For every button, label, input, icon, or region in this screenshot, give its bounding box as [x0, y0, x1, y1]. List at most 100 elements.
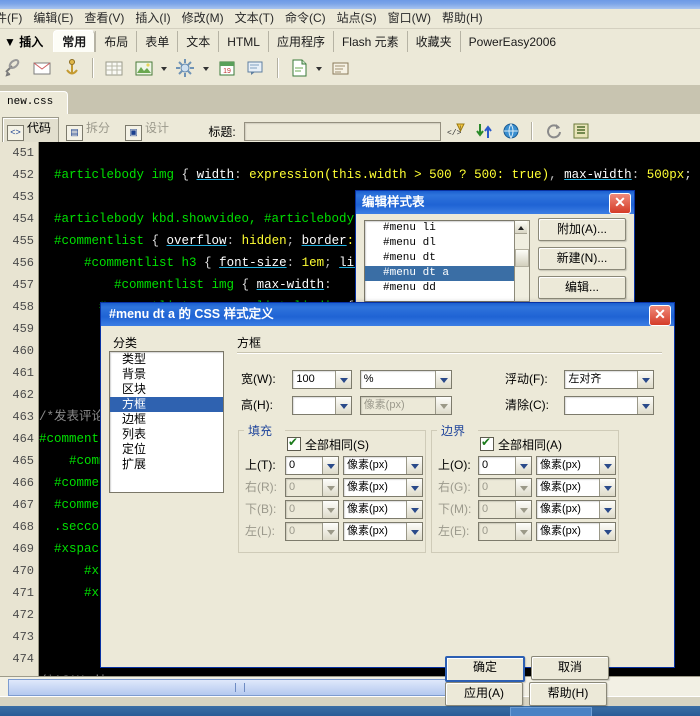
stylesheet-rule-item-2[interactable]: #menu dt [365, 251, 529, 266]
apply-button[interactable]: 应用(A) [445, 682, 523, 706]
no-browser-check-icon[interactable]: </>! [446, 121, 466, 141]
menu-file[interactable]: 件(F) [0, 9, 28, 28]
chevron-down-icon[interactable] [515, 501, 531, 519]
comment-icon[interactable] [244, 56, 268, 80]
media-dropdown-arrow-icon[interactable] [202, 56, 211, 80]
chevron-down-icon[interactable] [406, 501, 422, 519]
chevron-down-icon[interactable] [434, 371, 451, 389]
menu-modify[interactable]: 修改(M) [177, 9, 230, 28]
chevron-down-icon[interactable] [637, 371, 654, 389]
stylesheet-rule-item-4[interactable]: #menu dd [365, 281, 529, 296]
close-icon[interactable]: ✕ [649, 305, 671, 326]
category-item-6[interactable]: 定位 [110, 442, 223, 457]
insert-tab-4[interactable]: HTML [218, 31, 268, 52]
category-item-5[interactable]: 列表 [110, 427, 223, 442]
template-icon[interactable] [287, 56, 311, 80]
stylesheet-rule-item-1[interactable]: #menu dl [365, 236, 529, 251]
insert-bar-dropdown[interactable]: ▼ 插入 [0, 29, 53, 52]
category-item-0[interactable]: 类型 [110, 352, 223, 367]
chevron-down-icon[interactable] [406, 523, 422, 541]
insert-tab-3[interactable]: 文本 [177, 31, 218, 52]
preview-in-browser-icon[interactable] [501, 121, 521, 141]
chevron-down-icon[interactable] [599, 479, 615, 497]
new-button[interactable]: 新建(N)... [538, 247, 626, 270]
menu-edit[interactable]: 编辑(E) [28, 9, 79, 28]
padding-same-checkbox[interactable] [287, 435, 301, 451]
category-item-2[interactable]: 区块 [110, 382, 223, 397]
file-management-icon[interactable] [474, 121, 494, 141]
insert-tab-1[interactable]: 布局 [95, 31, 136, 52]
category-item-4[interactable]: 边框 [110, 412, 223, 427]
menu-text[interactable]: 文本(T) [230, 9, 280, 28]
category-item-1[interactable]: 背景 [110, 367, 223, 382]
chevron-down-icon[interactable] [335, 397, 352, 415]
margin-value-select-1[interactable]: 0 [478, 478, 532, 498]
padding-value-select-0[interactable]: 0 [285, 456, 339, 476]
margin-same-checkbox[interactable] [480, 435, 494, 451]
margin-value-select-2[interactable]: 0 [478, 500, 532, 520]
hyperlink-icon[interactable] [1, 56, 25, 80]
margin-unit-select-3[interactable]: 像素(px) [536, 522, 616, 542]
image-dropdown-arrow-icon[interactable] [160, 56, 169, 80]
chevron-down-icon[interactable] [322, 457, 338, 475]
chevron-down-icon[interactable] [599, 523, 615, 541]
stylesheet-rule-list[interactable]: #menu li #menu dl #menu dt #menu dt a #menu … [364, 220, 530, 302]
padding-value-select-1[interactable]: 0 [285, 478, 339, 498]
chevron-down-icon[interactable] [637, 397, 654, 415]
scroll-up-icon[interactable] [515, 221, 527, 234]
insert-tab-5[interactable]: 应用程序 [267, 31, 333, 52]
view-button-1[interactable]: ▤ 拆分 [61, 117, 118, 142]
cancel-button[interactable]: 取消 [531, 656, 609, 680]
chevron-down-icon[interactable] [335, 371, 352, 389]
chevron-down-icon[interactable] [322, 501, 338, 519]
chevron-down-icon[interactable] [515, 479, 531, 497]
category-item-7[interactable]: 扩展 [110, 457, 223, 472]
taskbar-item[interactable] [510, 707, 592, 716]
help-button[interactable]: 帮助(H) [529, 682, 607, 706]
margin-value-select-3[interactable]: 0 [478, 522, 532, 542]
stylesheet-rule-item-3[interactable]: #menu dt a [365, 266, 529, 281]
named-anchor-icon[interactable] [60, 56, 84, 80]
insert-tab-2[interactable]: 表单 [136, 31, 177, 52]
view-button-0[interactable]: <> 代码 [2, 117, 60, 142]
code-line[interactable]: #articlebody img { width: expression(thi… [39, 164, 700, 186]
menu-insert[interactable]: 插入(I) [130, 9, 176, 28]
padding-unit-select-3[interactable]: 像素(px) [343, 522, 423, 542]
email-link-icon[interactable] [30, 56, 54, 80]
ok-button[interactable]: 确定 [445, 656, 525, 682]
chevron-down-icon[interactable] [322, 523, 338, 541]
menu-view[interactable]: 查看(V) [79, 9, 130, 28]
tag-chooser-icon[interactable] [329, 56, 353, 80]
height-value-select[interactable] [292, 396, 353, 416]
float-select[interactable]: 左对齐 [564, 370, 655, 390]
scrollbar-thumb[interactable] [8, 679, 470, 696]
menu-site[interactable]: 站点(S) [332, 9, 383, 28]
view-button-2[interactable]: ▣ 设计 [120, 117, 177, 142]
insert-tab-7[interactable]: 收藏夹 [406, 31, 460, 52]
clear-select[interactable] [564, 396, 655, 416]
view-options-icon[interactable] [571, 121, 591, 141]
chevron-down-icon[interactable] [434, 397, 451, 415]
padding-unit-select-2[interactable]: 像素(px) [343, 500, 423, 520]
chevron-down-icon[interactable] [599, 457, 615, 475]
menu-commands[interactable]: 命令(C) [280, 9, 332, 28]
menu-help[interactable]: 帮助(H) [437, 9, 489, 28]
category-list[interactable]: 类型 背景 区块 方框 边框 列表 定位 扩展 [109, 351, 224, 493]
scroll-thumb[interactable] [515, 249, 529, 267]
margin-unit-select-1[interactable]: 像素(px) [536, 478, 616, 498]
margin-value-select-0[interactable]: 0 [478, 456, 532, 476]
padding-value-select-3[interactable]: 0 [285, 522, 339, 542]
width-value-select[interactable]: 100 [292, 370, 353, 390]
stylesheet-rule-item-0[interactable]: #menu li [365, 221, 529, 236]
date-icon[interactable]: 19 [215, 56, 239, 80]
stylesheet-list-scrollbar[interactable] [514, 220, 530, 302]
category-item-3[interactable]: 方框 [110, 397, 223, 412]
refresh-icon[interactable] [544, 121, 564, 141]
image-icon[interactable] [132, 56, 156, 80]
chevron-down-icon[interactable] [515, 523, 531, 541]
code-line[interactable] [39, 142, 700, 164]
template-dropdown-arrow-icon[interactable] [315, 56, 324, 80]
padding-unit-select-1[interactable]: 像素(px) [343, 478, 423, 498]
page-title-input[interactable] [244, 121, 442, 141]
menu-window[interactable]: 窗口(W) [383, 9, 437, 28]
